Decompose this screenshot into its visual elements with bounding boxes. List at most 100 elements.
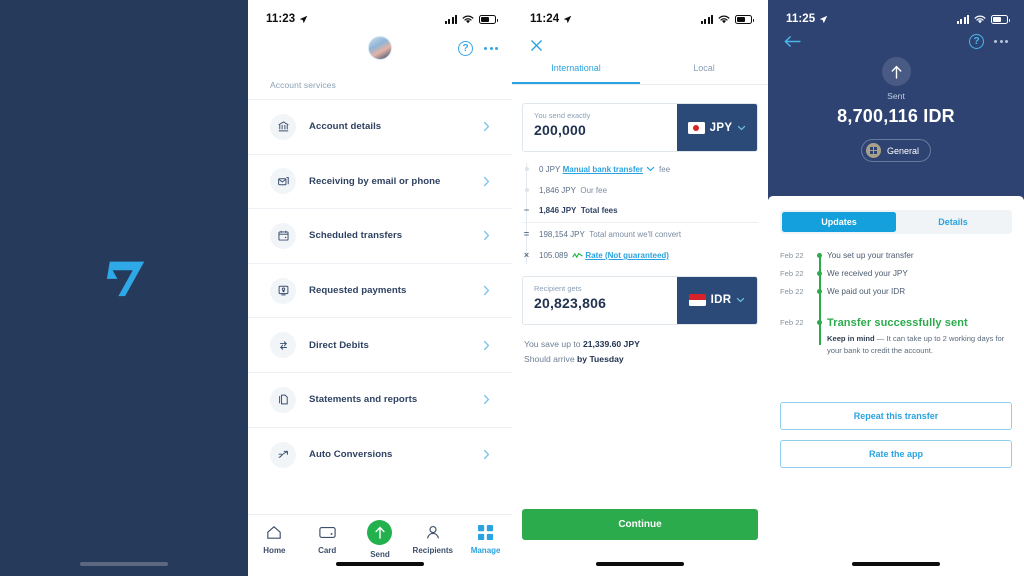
sidebar-item-account-details[interactable]: Account details bbox=[248, 100, 512, 155]
wifi-icon bbox=[462, 15, 474, 23]
receipt-body: Updates Details Feb 22 You set up your t… bbox=[768, 196, 1024, 576]
grid-icon bbox=[865, 143, 881, 158]
battery-icon bbox=[735, 14, 754, 24]
tab-local[interactable]: Local bbox=[640, 63, 768, 84]
tab-label: Home bbox=[263, 546, 286, 555]
fee-row-total-convert: = 198,154 JPY Total amount we'll convert bbox=[524, 224, 758, 245]
sidebar-item-label: Statements and reports bbox=[309, 394, 418, 406]
timeline-final-block: Transfer successfully sent Keep in mind … bbox=[827, 317, 1012, 357]
fee-row-total-fees: − 1,846 JPY Total fees bbox=[524, 201, 758, 222]
sidebar-item-statements-and-reports[interactable]: Statements and reports bbox=[248, 373, 512, 428]
help-icon[interactable]: ? bbox=[969, 34, 984, 49]
status-time: 11:24 bbox=[530, 13, 560, 25]
chevron-right-icon bbox=[483, 176, 490, 187]
status-time: 11:23 bbox=[266, 13, 296, 25]
user-avatar[interactable] bbox=[368, 36, 392, 60]
chevron-down-icon[interactable] bbox=[646, 166, 655, 172]
timeline-date: Feb 22 bbox=[780, 269, 804, 279]
location-arrow-icon bbox=[820, 15, 828, 23]
sent-up-arrow-icon bbox=[881, 57, 911, 86]
category-chip[interactable]: General bbox=[860, 139, 932, 162]
rate-link[interactable]: Rate (Not guaranteed) bbox=[585, 251, 669, 260]
sent-summary: Sent 8,700,116 IDR General bbox=[768, 57, 1024, 162]
bank-icon bbox=[270, 113, 296, 140]
sidebar-item-label: Auto Conversions bbox=[309, 449, 393, 461]
sidebar-item-label: Receiving by email or phone bbox=[309, 175, 441, 187]
recipient-gets-card: Recipient gets 20,823,806 IDR bbox=[522, 275, 758, 325]
sidebar-item-scheduled-transfers[interactable]: Scheduled transfers bbox=[248, 209, 512, 264]
repeat-transfer-button[interactable]: Repeat this transfer bbox=[780, 402, 1012, 430]
savings-note: You save up to 21,339.60 JPY Should arri… bbox=[524, 337, 756, 367]
back-arrow-icon[interactable] bbox=[784, 35, 801, 48]
send-up-arrow-icon bbox=[367, 520, 393, 545]
fee-row-rate: × 105.089 Rate (Not guaranteed) bbox=[524, 245, 758, 266]
sidebar-item-label: Direct Debits bbox=[309, 339, 369, 351]
tab-label: Recipients bbox=[412, 546, 454, 555]
help-icon[interactable]: ? bbox=[458, 40, 473, 56]
close-row bbox=[512, 30, 768, 60]
person-icon bbox=[425, 524, 441, 541]
location-arrow-icon bbox=[564, 15, 572, 23]
tab-label: Manage bbox=[470, 546, 501, 555]
sidebar-item-receiving-by-email-or-phone[interactable]: Receiving by email or phone bbox=[248, 155, 512, 210]
tab-international[interactable]: International bbox=[512, 63, 640, 84]
equals-icon: = bbox=[523, 229, 530, 240]
sidebar-item-auto-conversions[interactable]: Auto Conversions bbox=[248, 428, 512, 483]
timeline-date: Feb 22 bbox=[780, 251, 804, 260]
timeline-text: We paid out your IDR bbox=[827, 286, 906, 296]
more-options-icon[interactable] bbox=[484, 46, 498, 50]
manual-bank-transfer-link[interactable]: Manual bank transfer bbox=[563, 165, 643, 174]
cellular-bars-icon bbox=[444, 14, 457, 24]
savings-prefix: You save up to bbox=[524, 338, 583, 349]
fee-text: Total amount we'll convert bbox=[589, 230, 682, 240]
section-title: Account services bbox=[270, 80, 336, 90]
japan-flag-icon bbox=[687, 121, 705, 134]
tab-updates[interactable]: Updates bbox=[782, 212, 896, 232]
cellular-bars-icon bbox=[956, 14, 969, 24]
you-send-input[interactable]: You send exactly 200,000 bbox=[523, 104, 677, 151]
target-currency-selector[interactable]: IDR bbox=[677, 276, 757, 324]
rate-app-button[interactable]: Rate the app bbox=[780, 440, 1012, 468]
tab-manage[interactable]: Manage bbox=[459, 524, 512, 555]
fee-amount: 198,154 JPY bbox=[539, 230, 585, 240]
you-send-caption: You send exactly bbox=[534, 111, 591, 120]
status-bar: 11:25 bbox=[768, 0, 1024, 30]
sidebar-item-requested-payments[interactable]: Requested payments bbox=[248, 264, 512, 319]
category-label: General bbox=[886, 145, 920, 156]
location-arrow-icon bbox=[300, 15, 308, 23]
tab-details[interactable]: Details bbox=[896, 212, 1010, 232]
continue-button[interactable]: Continue bbox=[522, 509, 758, 540]
account-services-panel: 11:23 ? Account services Account details… bbox=[248, 0, 512, 576]
tab-send[interactable]: Send bbox=[354, 520, 407, 559]
bullet-dot-icon bbox=[522, 186, 531, 195]
tab-recipients[interactable]: Recipients bbox=[406, 524, 459, 555]
recurring-arrows-icon bbox=[270, 332, 296, 359]
home-indicator bbox=[852, 562, 940, 566]
tab-label: Send bbox=[370, 550, 390, 559]
transfer-timeline: Feb 22 You set up your transfer Feb 22 W… bbox=[780, 250, 1012, 357]
fee-amount: 1,846 JPY bbox=[539, 206, 577, 216]
chevron-right-icon bbox=[483, 285, 490, 296]
home-indicator bbox=[80, 562, 168, 566]
tab-card[interactable]: Card bbox=[301, 524, 354, 555]
brand-panel bbox=[0, 0, 248, 576]
timeline-item-final: Feb 22 Transfer successfully sent Keep i… bbox=[780, 317, 1012, 357]
arrival-prefix: Should arrive bbox=[524, 354, 578, 365]
receipt-segmented-control: Updates Details bbox=[780, 210, 1012, 234]
timeline-dot-icon bbox=[811, 250, 827, 258]
source-currency-selector[interactable]: JPY bbox=[677, 104, 757, 151]
sidebar-item-direct-debits[interactable]: Direct Debits bbox=[248, 318, 512, 373]
sent-label: Sent bbox=[887, 91, 905, 101]
tab-home[interactable]: Home bbox=[248, 524, 301, 555]
exchange-rate-value: 105.089 bbox=[539, 251, 568, 261]
you-send-value: 200,000 bbox=[534, 122, 587, 138]
account-top-bar: ? bbox=[248, 30, 512, 66]
close-icon[interactable] bbox=[530, 39, 543, 52]
documents-icon bbox=[270, 386, 296, 413]
recipient-gets-caption: Recipient gets bbox=[534, 283, 582, 293]
recipient-gets-input[interactable]: Recipient gets 20,823,806 bbox=[523, 277, 677, 324]
status-time: 11:25 bbox=[786, 13, 816, 25]
more-options-icon[interactable] bbox=[994, 40, 1008, 43]
fee-divider bbox=[522, 222, 758, 224]
bottom-tab-bar: Home Card Send Recipients Manage bbox=[248, 514, 512, 576]
